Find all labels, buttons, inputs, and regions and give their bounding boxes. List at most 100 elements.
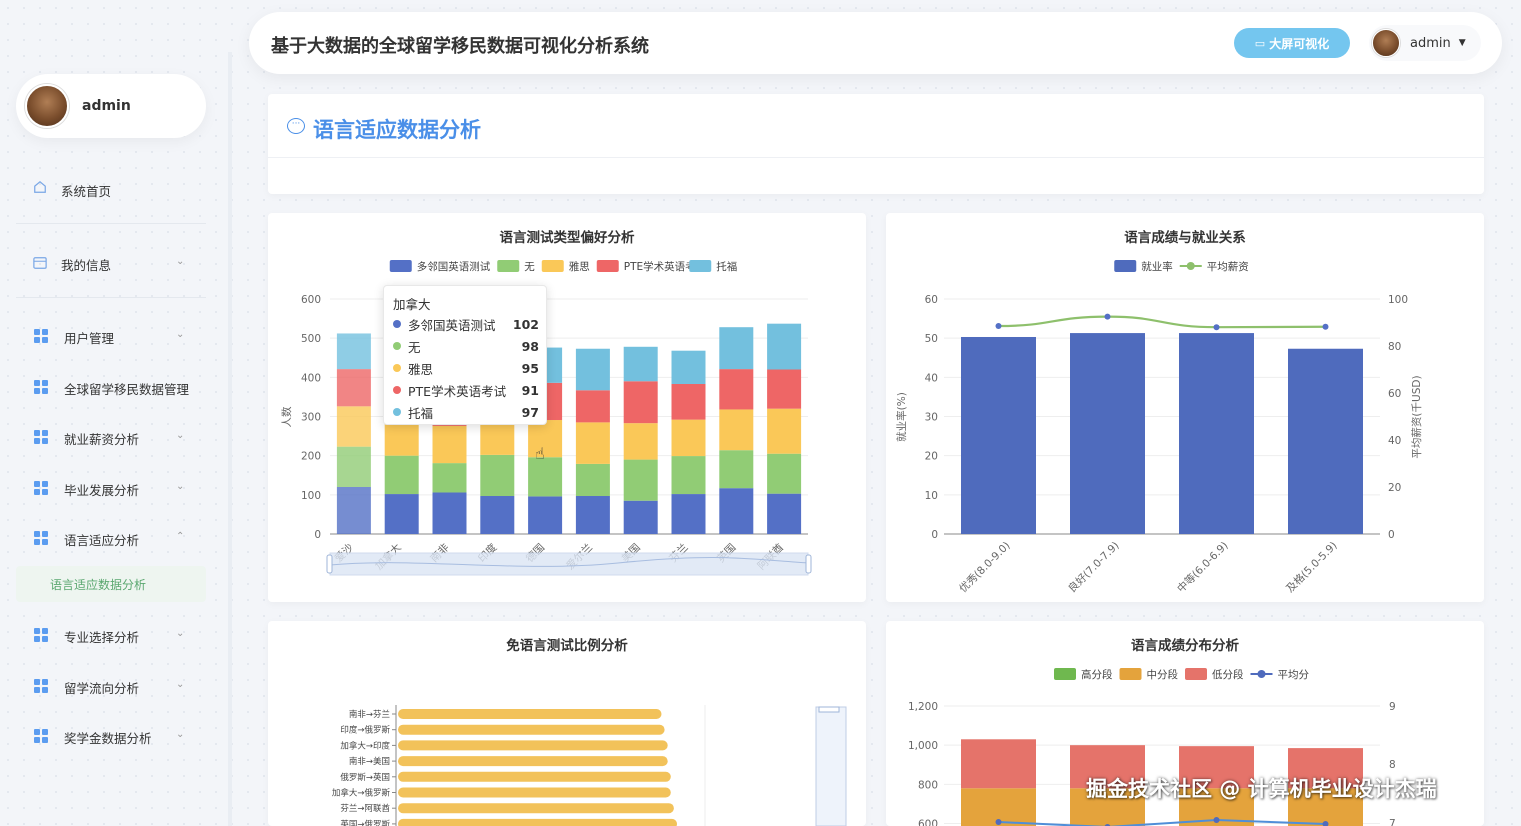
sidebar-item-label: 专业选择分析	[64, 630, 140, 645]
chart-title: 语言测试类型偏好分析	[500, 229, 635, 246]
x-tick-label: 优秀(8.0-9.0)	[956, 539, 1012, 595]
bar-segment	[961, 739, 1036, 789]
chat-bubble-icon: ···	[287, 118, 305, 134]
chart-test-type-preference[interactable]: 语言测试类型偏好分析多邻国英语测试无雅思 PTE学术英语考试 托福010020030…	[268, 213, 866, 602]
sidebar-border	[228, 52, 232, 826]
bar-segment	[575, 463, 610, 497]
legend-line-marker	[1186, 262, 1195, 270]
y-tick-label: 600	[301, 294, 321, 306]
data-zoom-handle-right	[805, 554, 812, 574]
legend-dot	[393, 320, 401, 328]
bar	[1070, 333, 1145, 534]
grid-icon	[34, 329, 48, 343]
sidebar-item-user-management[interactable]: 用户管理 ⌄	[16, 316, 206, 356]
y-tick-label: 30	[925, 412, 938, 424]
bar	[398, 818, 677, 826]
sidebar-item-my-info[interactable]: 我的信息 ⌄	[16, 243, 206, 283]
sidebar-user-card[interactable]: admin	[16, 74, 206, 138]
y-tick-label: 500	[301, 333, 321, 345]
sidebar-item-graduation-analysis[interactable]: 毕业发展分析 ⌄	[16, 468, 206, 508]
line-point	[995, 323, 1002, 330]
legend-dot	[393, 364, 401, 372]
sidebar-item-flow-analysis[interactable]: 留学流向分析 ⌄	[16, 666, 206, 706]
bar-segment	[384, 494, 419, 534]
user-menu-dropdown[interactable]: admin ▼	[1369, 25, 1481, 61]
legend-label: 多邻国英语测试	[417, 260, 491, 273]
y2-tick-label: 80	[1388, 341, 1401, 353]
bar-segment	[480, 454, 515, 497]
tooltip-row: 无 98	[393, 336, 539, 356]
sidebar-item-label: 系统首页	[61, 184, 112, 199]
bigscreen-button-label: 大屏可视化	[1269, 36, 1330, 51]
y-tick-label: 加拿大→俄罗斯	[332, 788, 391, 799]
legend-label: 平均薪资	[1207, 261, 1249, 273]
bar-segment	[480, 496, 515, 534]
bar-segment	[767, 408, 802, 454]
sidebar: admin 系统首页 我的信息 ⌄ 用户管理 ⌄ 全球留学移民数据管理 就业薪资…	[0, 0, 228, 826]
bar-segment	[575, 422, 610, 464]
chevron-down-icon: ⌄	[176, 679, 185, 690]
bar-segment	[623, 423, 658, 460]
bar	[398, 724, 665, 735]
grid-icon	[34, 481, 48, 495]
sidebar-item-scholarship-analysis[interactable]: 奖学金数据分析 ⌄	[16, 716, 206, 756]
bar-segment	[767, 323, 802, 370]
sidebar-item-label: 我的信息	[61, 258, 112, 273]
y-tick-label: 芬兰→阿联酋	[340, 803, 390, 814]
data-zoom-handle	[818, 706, 840, 713]
y2-tick-label: 8	[1389, 759, 1396, 771]
sidebar-item-label: 就业薪资分析	[64, 432, 140, 447]
bar-segment	[575, 496, 610, 534]
hand-cursor-icon: ☝	[535, 444, 545, 463]
legend-dot	[393, 342, 401, 350]
bar-segment	[623, 459, 658, 501]
bar-segment	[719, 409, 754, 451]
bar	[398, 787, 671, 798]
bar-segment	[336, 487, 371, 534]
chart-exempt-ratio[interactable]: 免语言测试比例分析南非→芬兰印度→俄罗斯加拿大→印度南非→美国俄罗斯→英国加拿大…	[268, 621, 866, 826]
bar-segment	[336, 406, 371, 447]
x-tick-label: 中等(6.0-6.9)	[1174, 539, 1230, 595]
data-zoom-slider	[815, 706, 847, 826]
sidebar-item-data-management[interactable]: 全球留学移民数据管理	[16, 367, 206, 407]
sidebar-item-salary-analysis[interactable]: 就业薪资分析 ⌄	[16, 417, 206, 457]
sidebar-subitem-language-data[interactable]: 语言适应数据分析	[16, 566, 206, 602]
bar-segment	[336, 333, 371, 370]
legend-swatch	[389, 260, 412, 272]
line-point	[995, 819, 1002, 825]
y-tick-label: 10	[925, 490, 938, 502]
legend-label: 低分段	[1212, 668, 1244, 681]
bar-segment	[432, 425, 467, 464]
chart-score-employment[interactable]: 语言成绩与就业关系就业率 平均薪资 0 10 20 30 40 50 60 0 20 40 60 80 10…	[886, 213, 1484, 602]
legend-dot	[393, 408, 401, 416]
sidebar-item-label: 全球留学移民数据管理	[64, 382, 190, 397]
bigscreen-button[interactable]: ▭ 大屏可视化	[1234, 28, 1350, 58]
top-header: 基于大数据的全球留学移民数据可视化分析系统 ▭ 大屏可视化 admin ▼	[249, 12, 1502, 74]
legend-label: 托福	[716, 260, 737, 273]
x-tick-label: 良好(7.0-7.9)	[1065, 539, 1121, 595]
chart-title: 语言成绩分布分析	[1131, 637, 1239, 654]
bar-segment	[719, 369, 754, 410]
tooltip-value: 95	[521, 360, 539, 376]
bar	[398, 803, 674, 814]
sidebar-item-home[interactable]: 系统首页	[16, 169, 206, 209]
chart-card-test-type: 语言测试类型偏好分析 多邻国英语测试无雅思 PTE学术英语考试 托福 0 100 200 30…	[268, 213, 866, 602]
chevron-down-icon: ⌄	[176, 729, 185, 740]
sidebar-item-language-analysis[interactable]: 语言适应分析 ⌃	[16, 518, 206, 558]
bar-segment	[384, 455, 419, 495]
grid-icon	[34, 729, 48, 743]
line-point	[1213, 324, 1220, 331]
menu-divider	[16, 223, 206, 224]
y-tick-label: 加拿大→印度	[340, 740, 390, 751]
data-zoom-handle-left	[326, 554, 333, 574]
bar-segment	[719, 488, 754, 534]
chevron-down-icon: ⌄	[176, 628, 185, 639]
tooltip-value: 91	[521, 382, 539, 398]
sidebar-subitem-label: 语言适应数据分析	[50, 578, 147, 592]
bar-segment	[623, 346, 658, 382]
sidebar-item-major-analysis[interactable]: 专业选择分析 ⌄	[16, 615, 206, 655]
y-tick-label: 印度→俄罗斯	[340, 725, 390, 736]
y-tick-label: 100	[301, 490, 321, 502]
bar-segment	[432, 492, 467, 534]
bar-segment	[767, 453, 802, 494]
